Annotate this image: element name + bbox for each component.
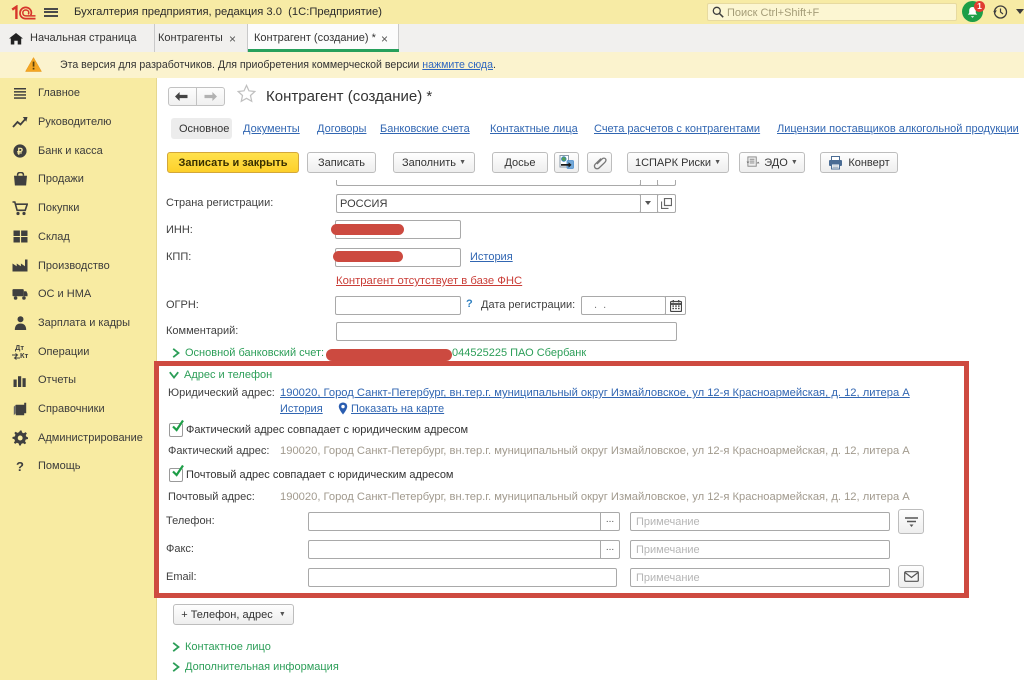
svg-text:₽: ₽ [17, 146, 23, 156]
